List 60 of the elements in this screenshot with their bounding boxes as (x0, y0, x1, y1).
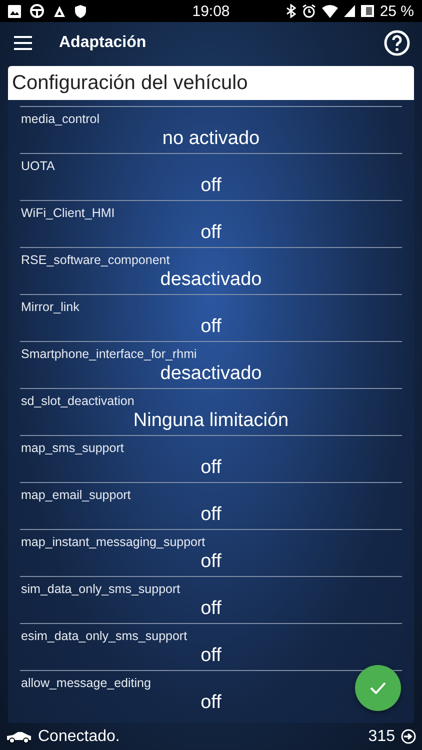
setting-name: sim_data_only_sms_support (21, 582, 180, 596)
battery-percentage: 25 % (380, 2, 414, 20)
bluetooth-icon (286, 4, 296, 18)
setting-value: off (200, 504, 222, 526)
setting-name: Mirror_link (21, 300, 80, 314)
setting-value: no activado (162, 128, 260, 150)
setting-value: desactivado (160, 363, 262, 385)
alarm-icon (302, 4, 316, 18)
setting-row[interactable]: map_email_support off (20, 482, 402, 529)
setting-value: off (200, 175, 222, 197)
setting-name: esim_data_only_sms_support (21, 629, 188, 643)
setting-row[interactable]: map_sms_support off (20, 435, 402, 482)
confirm-button[interactable] (355, 665, 401, 711)
exit-icon (401, 729, 416, 744)
wifi-icon (322, 4, 338, 18)
setting-row[interactable]: media_control no activado (20, 106, 402, 153)
setting-name: RSE_software_component (21, 253, 170, 267)
panel-title: Configuración del vehículo (8, 66, 414, 100)
setting-value: off (200, 598, 222, 620)
menu-button[interactable] (14, 36, 32, 50)
setting-name: UOTA (21, 159, 55, 173)
connection-status: Conectado. (38, 728, 121, 746)
setting-name: allow_message_editing (21, 676, 151, 690)
setting-name: map_email_support (21, 488, 131, 502)
setting-value: desactivado (160, 269, 262, 291)
setting-name: map_instant_messaging_support (21, 535, 206, 549)
setting-row[interactable]: UOTA off (20, 153, 402, 200)
setting-name: Smartphone_interface_for_rhmi (21, 347, 197, 361)
check-icon (370, 682, 386, 694)
setting-row[interactable]: WiFi_Client_HMI off (20, 200, 402, 247)
steering-wheel-icon (30, 4, 44, 18)
setting-value: off (200, 551, 222, 573)
clock: 19:08 (192, 2, 230, 20)
setting-name: map_sms_support (21, 441, 124, 455)
signal-icon (344, 5, 355, 17)
setting-row[interactable]: RSE_software_component desactivado (20, 247, 402, 294)
setting-row[interactable]: Smartphone_interface_for_rhmi desactivado (20, 341, 402, 388)
setting-value: off (200, 692, 222, 714)
help-button[interactable] (384, 30, 410, 56)
help-icon (384, 30, 410, 56)
setting-name: sd_slot_deactivation (21, 394, 134, 408)
setting-value: off (200, 645, 222, 667)
battery-icon (360, 4, 374, 18)
car-icon (6, 730, 32, 742)
setting-value: off (200, 457, 222, 479)
setting-value: off (200, 222, 222, 244)
setting-row[interactable]: map_instant_messaging_support off (20, 529, 402, 576)
setting-row[interactable]: sim_data_only_sms_support off (20, 576, 402, 623)
setting-name: WiFi_Client_HMI (21, 206, 115, 220)
setting-value: off (200, 316, 222, 338)
setting-value: Ninguna limitación (133, 410, 289, 432)
screen-title: Adaptación (59, 34, 148, 52)
setting-row[interactable]: sd_slot_deactivation Ninguna limitación (20, 388, 402, 435)
counter: 315 (368, 728, 395, 746)
setting-name: media_control (21, 112, 100, 126)
shield-icon (75, 4, 86, 18)
menu-icon (14, 36, 32, 50)
setting-row[interactable]: Mirror_link off (20, 294, 402, 341)
image-icon (8, 4, 21, 18)
triangle-icon (53, 4, 66, 18)
